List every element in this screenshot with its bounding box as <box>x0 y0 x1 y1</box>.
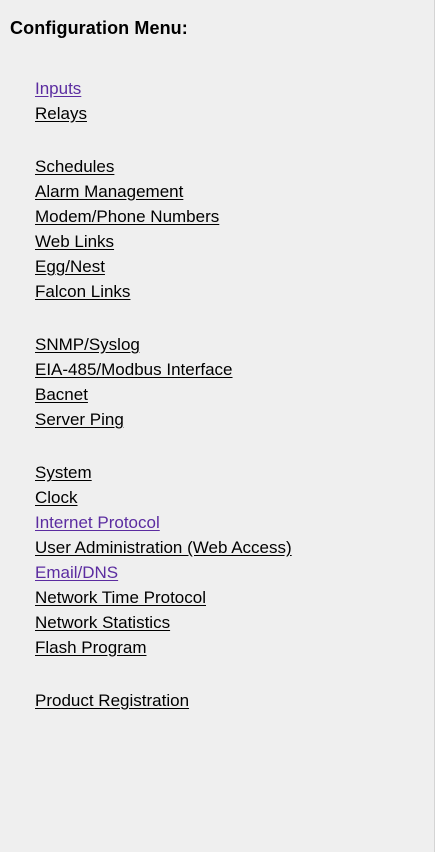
menu-item-falcon-links[interactable]: Falcon Links <box>35 279 425 304</box>
menu-item-web-links[interactable]: Web Links <box>35 229 425 254</box>
menu-item-alarm-management[interactable]: Alarm Management <box>35 179 425 204</box>
menu-item-inputs[interactable]: Inputs <box>35 76 425 101</box>
menu-item-user-administration[interactable]: User Administration (Web Access) <box>35 535 425 560</box>
menu-item-network-statistics[interactable]: Network Statistics <box>35 610 425 635</box>
menu-item-egg-nest[interactable]: Egg/Nest <box>35 254 425 279</box>
menu-item-server-ping[interactable]: Server Ping <box>35 407 425 432</box>
menu-item-bacnet[interactable]: Bacnet <box>35 382 425 407</box>
menu-item-email-dns[interactable]: Email/DNS <box>35 560 425 585</box>
menu-item-internet-protocol[interactable]: Internet Protocol <box>35 510 425 535</box>
menu-item-snmp-syslog[interactable]: SNMP/Syslog <box>35 332 425 357</box>
menu-item-product-registration[interactable]: Product Registration <box>35 688 425 713</box>
menu-group-io: Inputs Relays <box>35 76 425 126</box>
configuration-menu-panel: Configuration Menu: Inputs Relays Schedu… <box>0 0 435 852</box>
menu-group-system: System Clock Internet Protocol User Admi… <box>35 460 425 660</box>
menu-title: Configuration Menu: <box>10 18 188 38</box>
menu-group-protocols: SNMP/Syslog EIA-485/Modbus Interface Bac… <box>35 332 425 432</box>
menu-item-eia-485-modbus-interface[interactable]: EIA-485/Modbus Interface <box>35 357 425 382</box>
configuration-menu: Inputs Relays Schedules Alarm Management… <box>35 76 425 741</box>
menu-group-registration: Product Registration <box>35 688 425 713</box>
menu-item-flash-program[interactable]: Flash Program <box>35 635 425 660</box>
menu-item-clock[interactable]: Clock <box>35 485 425 510</box>
menu-item-modem-phone-numbers[interactable]: Modem/Phone Numbers <box>35 204 425 229</box>
menu-item-network-time-protocol[interactable]: Network Time Protocol <box>35 585 425 610</box>
menu-item-schedules[interactable]: Schedules <box>35 154 425 179</box>
menu-item-system[interactable]: System <box>35 460 425 485</box>
menu-item-relays[interactable]: Relays <box>35 101 425 126</box>
menu-group-alerts: Schedules Alarm Management Modem/Phone N… <box>35 154 425 304</box>
